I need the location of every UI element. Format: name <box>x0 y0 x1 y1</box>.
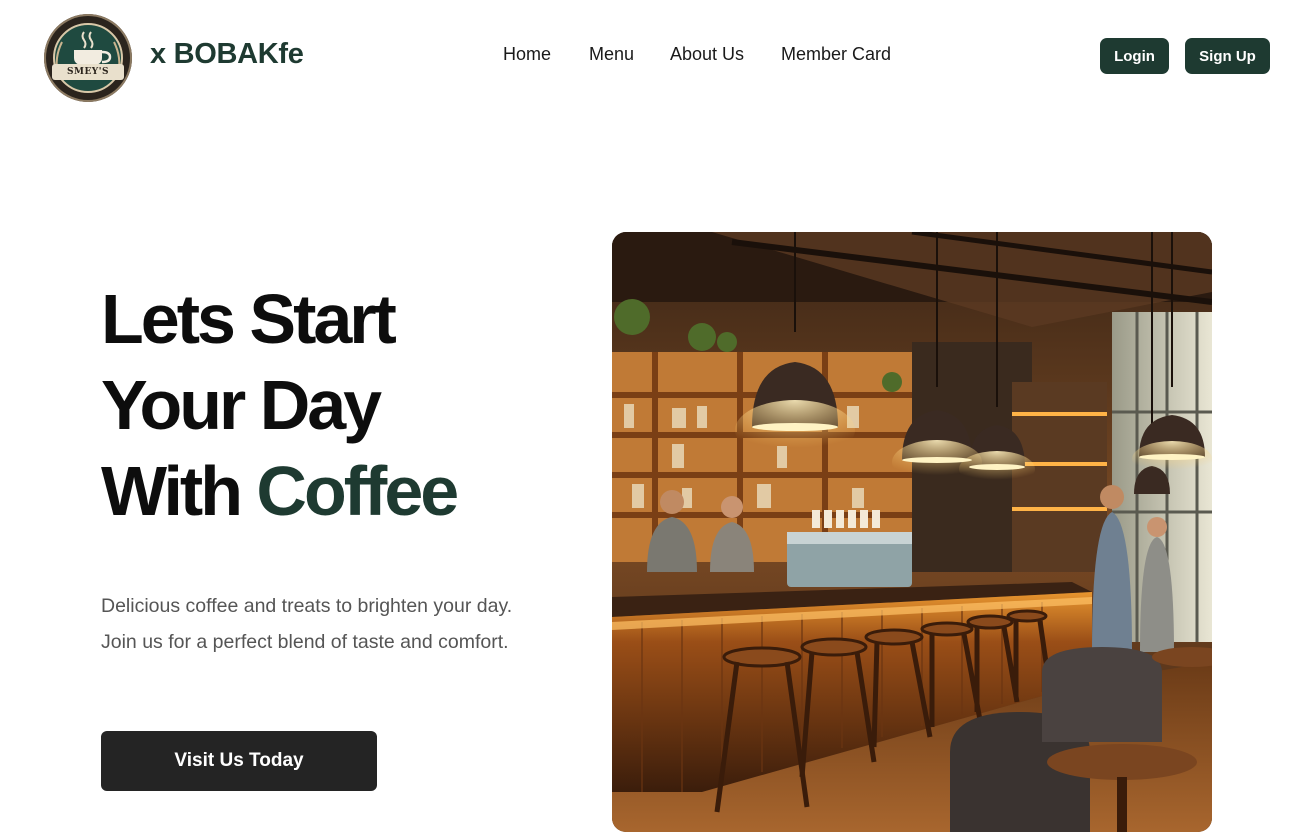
nav-menu[interactable]: Menu <box>589 44 634 65</box>
coffee-cup-badge-icon <box>55 31 121 75</box>
hero-title-line-1: Lets Start <box>101 280 397 358</box>
nav-member-card[interactable]: Member Card <box>781 44 891 65</box>
cafe-interior-image <box>612 232 1212 832</box>
hero-title-accent: Coffee <box>256 452 459 530</box>
signup-button[interactable]: Sign Up <box>1185 38 1270 74</box>
hero-title: Lets Start Your Day With Coffee <box>101 276 459 534</box>
hero-description: Delicious coffee and treats to brighten … <box>101 595 513 653</box>
cafe-illustration <box>612 232 1212 832</box>
brand-logo[interactable]: SMEY'S <box>44 14 132 102</box>
nav-home[interactable]: Home <box>503 44 551 65</box>
nav-about-us[interactable]: About Us <box>670 44 744 65</box>
hero-title-line-3-prefix: With <box>101 452 257 530</box>
logo-text: SMEY'S <box>52 64 124 80</box>
login-button[interactable]: Login <box>1100 38 1169 74</box>
hero-title-line-2: Your Day <box>101 366 382 444</box>
brand-name[interactable]: x BOBAKfe <box>150 38 304 71</box>
visit-us-button[interactable]: Visit Us Today <box>101 731 377 791</box>
